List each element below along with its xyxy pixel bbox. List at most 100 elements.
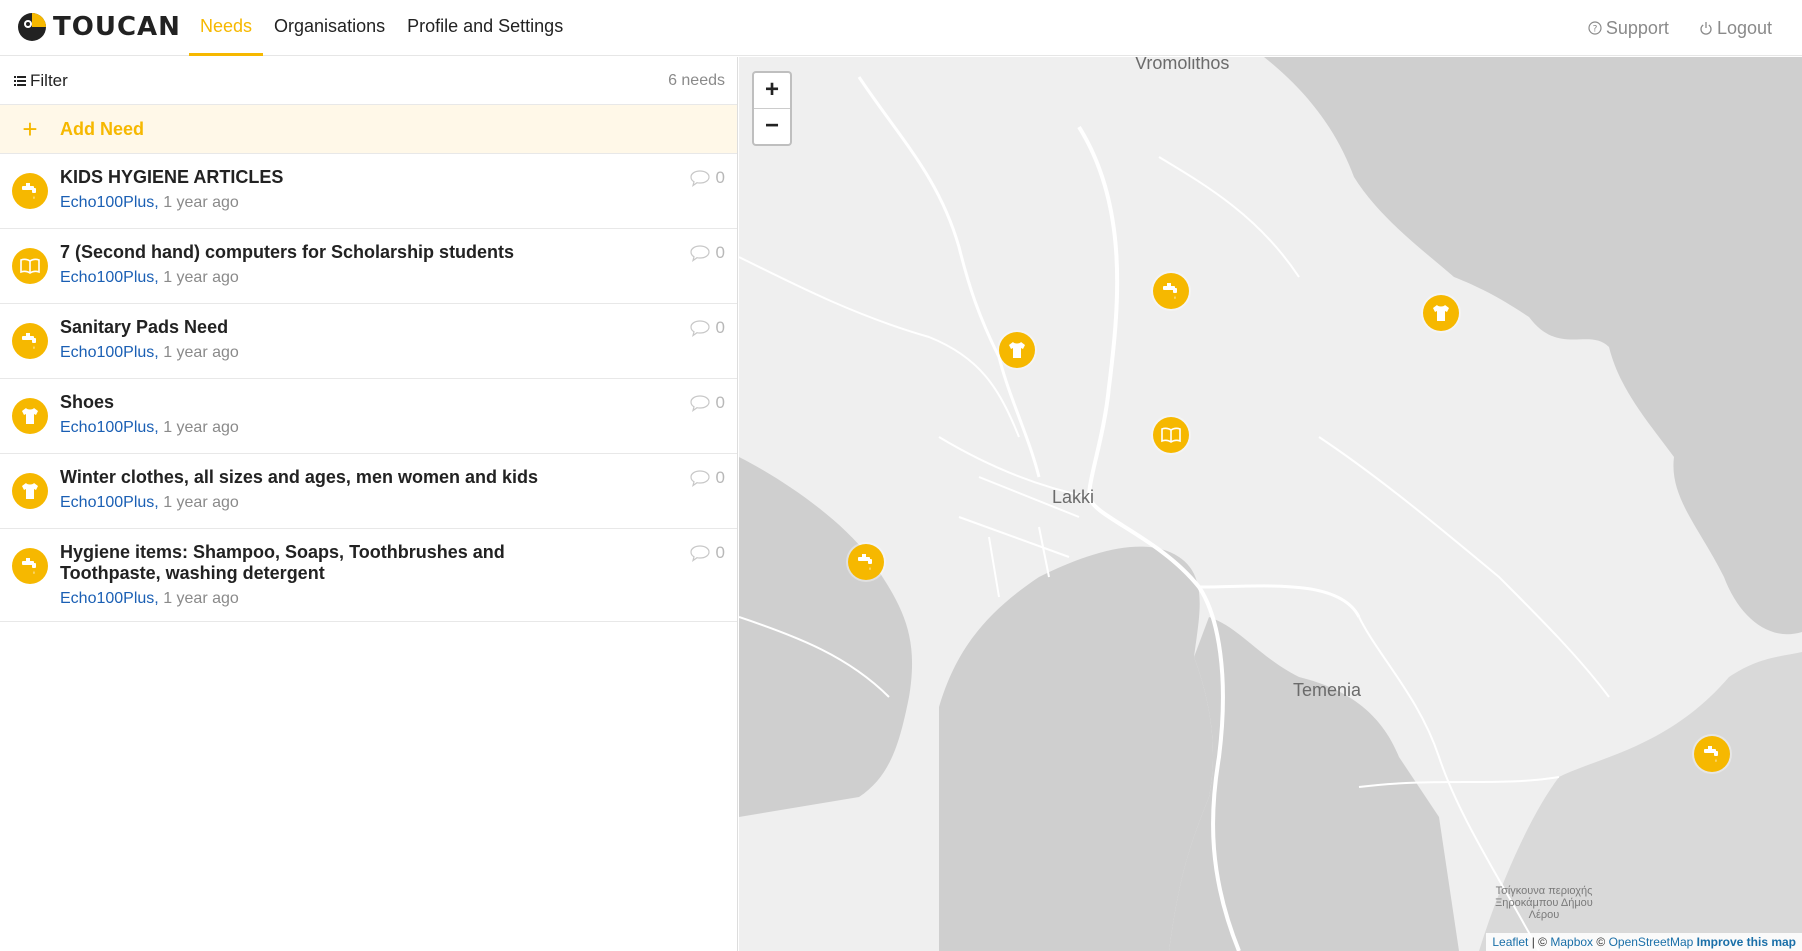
add-need-label: Add Need — [60, 118, 145, 139]
need-org-link[interactable]: Echo100Plus, — [60, 494, 159, 511]
need-meta: Echo100Plus, 1 year ago — [60, 493, 600, 513]
comment-count: 0 — [715, 168, 725, 187]
map-label-greek-3: Λέρου — [1528, 909, 1560, 921]
plus-icon: + — [22, 114, 38, 144]
comment-icon — [689, 169, 710, 187]
need-time: 1 year ago — [163, 590, 239, 607]
need-time: 1 year ago — [163, 269, 239, 286]
filter-row: Filter 6 needs — [0, 57, 737, 105]
improve-map-link[interactable]: Improve this map — [1697, 935, 1796, 949]
map-marker-tap[interactable] — [1153, 273, 1189, 309]
need-body: Winter clothes, all sizes and ages, men … — [60, 467, 600, 513]
need-meta: Echo100Plus, 1 year ago — [60, 268, 600, 288]
need-item[interactable]: 7 (Second hand) computers for Scholarshi… — [0, 229, 737, 304]
comment-icon — [689, 244, 710, 262]
need-time: 1 year ago — [163, 344, 239, 361]
nav-profile-settings[interactable]: Profile and Settings — [396, 0, 574, 56]
map-marker-tap[interactable] — [1694, 736, 1730, 772]
filter-button[interactable]: Filter — [14, 71, 68, 91]
book-icon — [12, 248, 48, 284]
need-meta: Echo100Plus, 1 year ago — [60, 343, 600, 363]
map-label-temenia: Temenia — [1293, 680, 1362, 700]
nav-organisations[interactable]: Organisations — [263, 0, 396, 56]
comment-count: 0 — [715, 318, 725, 337]
logout-label: Logout — [1716, 17, 1772, 38]
need-item[interactable]: Hygiene items: Shampoo, Soaps, Toothbrus… — [0, 529, 737, 622]
need-body: Shoes Echo100Plus, 1 year ago — [60, 392, 600, 438]
need-title: Winter clothes, all sizes and ages, men … — [60, 467, 538, 487]
nav-needs[interactable]: Needs — [189, 0, 264, 56]
need-comments[interactable]: 0 — [689, 243, 725, 263]
need-body: 7 (Second hand) computers for Scholarshi… — [60, 242, 600, 288]
toucan-logo[interactable]: TOUCAN — [17, 11, 181, 43]
map-attribution: Leaflet | © Mapbox © OpenStreetMap Impro… — [1486, 933, 1802, 951]
tap-icon — [12, 548, 48, 584]
zoom-out-button[interactable]: − — [754, 109, 790, 144]
need-body: Hygiene items: Shampoo, Soaps, Toothbrus… — [60, 542, 600, 609]
need-meta: Echo100Plus, 1 year ago — [60, 418, 600, 438]
map-marker-shirt[interactable] — [1423, 295, 1459, 331]
need-time: 1 year ago — [163, 419, 239, 436]
need-org-link[interactable]: Echo100Plus, — [60, 194, 159, 211]
need-title: 7 (Second hand) computers for Scholarshi… — [60, 242, 515, 262]
map-marker-shirt[interactable] — [999, 332, 1035, 368]
tap-icon — [1160, 280, 1182, 302]
main-nav: Needs Organisations Profile and Settings — [189, 0, 574, 56]
support-label: Support — [1605, 17, 1669, 38]
help-circle-icon: ? — [1588, 21, 1602, 35]
map-marker-tap[interactable] — [848, 544, 884, 580]
need-org-link[interactable]: Echo100Plus, — [60, 419, 159, 436]
attribution-sep-2: © — [1593, 935, 1609, 949]
list-icon — [14, 75, 26, 86]
need-list: KIDS HYGIENE ARTICLES Echo100Plus, 1 year… — [0, 154, 737, 622]
need-item[interactable]: Winter clothes, all sizes and ages, men … — [0, 454, 737, 529]
zoom-in-button[interactable]: + — [754, 73, 790, 109]
top-navbar: TOUCAN Needs Organisations Profile and S… — [0, 0, 1802, 56]
tap-icon — [12, 323, 48, 359]
map[interactable]: + − Vromolithos Lakki Temenia Τσίγκουνα … — [739, 57, 1802, 951]
need-item[interactable]: Sanitary Pads Need Echo100Plus, 1 year ag… — [0, 304, 737, 379]
map-marker-book[interactable] — [1153, 417, 1189, 453]
need-org-link[interactable]: Echo100Plus, — [60, 344, 159, 361]
need-time: 1 year ago — [163, 494, 239, 511]
nav-right: ? Support Logout — [1588, 0, 1772, 56]
need-item[interactable]: Shoes Echo100Plus, 1 year ago 0 — [0, 379, 737, 454]
comment-icon — [689, 319, 710, 337]
leaflet-link[interactable]: Leaflet — [1492, 935, 1528, 949]
need-comments[interactable]: 0 — [689, 393, 725, 413]
tap-icon — [1701, 743, 1723, 765]
need-title: Shoes — [60, 392, 115, 412]
comment-count: 0 — [715, 243, 725, 262]
need-meta: Echo100Plus, 1 year ago — [60, 589, 600, 609]
logout-link[interactable]: Logout — [1699, 18, 1772, 39]
support-link[interactable]: ? Support — [1588, 18, 1669, 39]
shirt-icon — [12, 398, 48, 434]
mapbox-link[interactable]: Mapbox — [1550, 935, 1593, 949]
tap-icon — [855, 551, 877, 573]
svg-text:?: ? — [1593, 25, 1598, 35]
need-comments[interactable]: 0 — [689, 168, 725, 188]
need-time: 1 year ago — [163, 194, 239, 211]
need-meta: Echo100Plus, 1 year ago — [60, 193, 600, 213]
need-org-link[interactable]: Echo100Plus, — [60, 269, 159, 286]
need-comments[interactable]: 0 — [689, 318, 725, 338]
comment-icon — [689, 469, 710, 487]
add-need-button[interactable]: + Add Need — [0, 105, 737, 154]
toucan-logo-icon — [18, 13, 46, 41]
power-icon — [1700, 22, 1712, 35]
need-comments[interactable]: 0 — [689, 543, 725, 563]
shirt-icon — [1430, 302, 1452, 324]
comment-icon — [689, 394, 710, 412]
need-comments[interactable]: 0 — [689, 468, 725, 488]
need-org-link[interactable]: Echo100Plus, — [60, 590, 159, 607]
comment-count: 0 — [715, 468, 725, 487]
book-icon — [1160, 424, 1182, 446]
logo-text: TOUCAN — [53, 12, 181, 42]
zoom-control: + − — [752, 71, 792, 146]
map-label-greek-1: Τσίγκουνα περιοχής — [1495, 885, 1593, 897]
map-base — [739, 57, 1802, 951]
need-body: Sanitary Pads Need Echo100Plus, 1 year ag… — [60, 317, 600, 363]
need-item[interactable]: KIDS HYGIENE ARTICLES Echo100Plus, 1 year… — [0, 154, 737, 229]
comment-count: 0 — [715, 543, 725, 562]
osm-link[interactable]: OpenStreetMap — [1609, 935, 1694, 949]
